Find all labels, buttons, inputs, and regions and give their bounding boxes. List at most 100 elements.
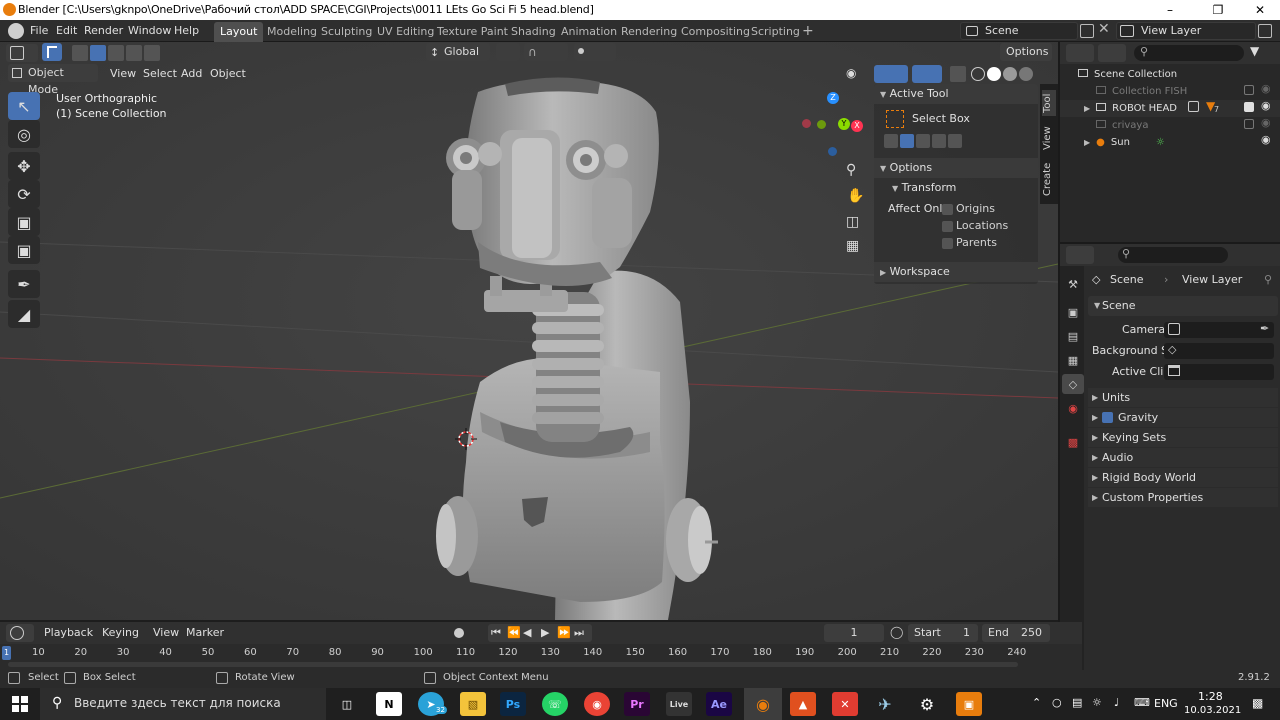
custom-properties-panel-header[interactable]: ▶ Custom Properties xyxy=(1088,488,1278,507)
render-tab-icon[interactable]: ▣ xyxy=(1062,302,1084,322)
menu-render[interactable]: Render xyxy=(82,23,125,39)
exclude-checkbox[interactable] xyxy=(1244,85,1254,95)
rigid-body-world-panel-header[interactable]: ▶ Rigid Body World xyxy=(1088,468,1278,487)
battery-icon[interactable]: ▤ xyxy=(1072,696,1082,709)
transform-subheader[interactable]: ▼ Transform xyxy=(874,178,1038,198)
gizmo-neg-y[interactable] xyxy=(817,120,826,129)
viewport-menu-object[interactable]: Object xyxy=(208,66,248,82)
end-frame-field[interactable]: End 250 xyxy=(982,624,1050,642)
outliner-scene-collection[interactable]: Scene Collection xyxy=(1060,66,1280,83)
visibility-eye-icon[interactable]: ◉ xyxy=(1261,116,1271,129)
mode-new-icon[interactable] xyxy=(884,134,898,148)
gizmo-toggle-icon[interactable] xyxy=(874,65,908,83)
options-dropdown[interactable]: Options xyxy=(1000,43,1052,61)
audio-panel-header[interactable]: ▶ Audio xyxy=(1088,448,1278,467)
tray-overflow-icon[interactable]: ⌃ xyxy=(1032,696,1041,709)
whatsapp-app-icon[interactable]: ☏ xyxy=(542,692,568,716)
tool-measure-icon[interactable]: ◢ xyxy=(8,300,40,328)
chrome-app-icon[interactable]: ◉ xyxy=(584,692,610,716)
tool-settings-tab-icon[interactable]: ⚒ xyxy=(1062,274,1084,294)
visibility-eye-icon[interactable]: ◉ xyxy=(1261,99,1271,112)
background-scene-field[interactable] xyxy=(1164,343,1274,359)
gizmo-y-axis[interactable]: Y xyxy=(838,118,850,130)
visibility-eye-icon[interactable]: ◉ xyxy=(1261,82,1271,95)
next-keyframe-icon[interactable]: ⏩ xyxy=(557,626,571,639)
add-workspace-icon[interactable]: + xyxy=(796,22,820,42)
notifications-icon[interactable]: ▩ xyxy=(1252,696,1263,710)
task-view-icon[interactable]: ◫ xyxy=(334,692,360,716)
app-close-icon[interactable]: ✕ xyxy=(832,692,858,716)
tool-scale-icon[interactable]: ▣ xyxy=(8,208,40,236)
keying-sets-panel-header[interactable]: ▶ Keying Sets xyxy=(1088,428,1278,447)
tool-move-icon[interactable]: ✥ xyxy=(8,152,40,180)
jump-start-icon[interactable]: ⏮ xyxy=(491,626,501,640)
visibility-eye-icon[interactable]: ◉ xyxy=(1261,133,1271,146)
origins-checkbox[interactable]: Origins xyxy=(942,202,995,215)
timeline-scrollbar[interactable] xyxy=(8,662,1018,667)
active-tool-header[interactable]: ▼ Active Tool xyxy=(874,84,1038,104)
current-frame-field[interactable]: 1 xyxy=(824,624,884,642)
app-icon[interactable]: ✈ xyxy=(872,692,898,716)
view-layer-tab-icon[interactable]: ▦ xyxy=(1062,350,1084,370)
select-mode-new-icon[interactable] xyxy=(72,45,88,61)
tab-sculpting[interactable]: Sculpting xyxy=(315,22,378,42)
pin-icon[interactable]: ⚲ xyxy=(1264,270,1272,290)
play-reverse-icon[interactable]: ◀ xyxy=(523,626,531,639)
tab-rendering[interactable]: Rendering xyxy=(615,22,683,42)
jump-end-icon[interactable]: ⏭ xyxy=(574,626,584,640)
menu-edit[interactable]: Edit xyxy=(54,23,79,39)
sidebar-tab-create[interactable]: Create xyxy=(1042,160,1056,198)
select-mode-subtract-icon[interactable] xyxy=(108,45,124,61)
new-view-layer-icon[interactable] xyxy=(1258,24,1272,38)
tab-compositing[interactable]: Compositing xyxy=(675,22,756,42)
premiere-app-icon[interactable]: Pr xyxy=(624,692,650,716)
wireframe-shading-icon[interactable] xyxy=(971,67,985,81)
timeline-menu-marker[interactable]: Marker xyxy=(184,625,226,641)
app-icon[interactable]: ▲ xyxy=(790,692,816,716)
outliner-item-sun[interactable]: ▶ ● Sun ☼ xyxy=(1060,134,1280,151)
camera-field[interactable] xyxy=(1164,322,1274,338)
material-shading-icon[interactable] xyxy=(1003,67,1017,81)
viewport-menu-add[interactable]: Add xyxy=(179,66,204,82)
tab-uv-editing[interactable]: UV Editing xyxy=(371,22,440,42)
origins-checkbox-box[interactable] xyxy=(942,203,953,215)
eyedropper-icon[interactable]: ✒ xyxy=(1260,322,1269,335)
zoom-icon[interactable]: ⚲ xyxy=(846,162,856,178)
tool-rotate-icon[interactable]: ⟳ xyxy=(8,180,40,208)
mode-extend-icon[interactable] xyxy=(900,134,914,148)
overlays-toggle-icon[interactable] xyxy=(912,65,942,83)
record-icon[interactable] xyxy=(454,628,464,638)
settings-gear-icon[interactable]: ⚙ xyxy=(914,692,940,716)
locations-checkbox[interactable]: Locations xyxy=(942,219,1008,232)
options-header[interactable]: ▼ Options xyxy=(874,158,1038,178)
blender-menu-icon[interactable] xyxy=(8,23,24,39)
new-scene-icon[interactable] xyxy=(1080,24,1094,38)
timeline-menu-playback[interactable]: Playback xyxy=(42,625,95,641)
timeline-menu-keying[interactable]: Keying xyxy=(100,625,141,641)
mode-intersect-icon[interactable] xyxy=(948,134,962,148)
sidebar-tab-view[interactable]: View xyxy=(1042,124,1056,152)
outliner-editor-type[interactable] xyxy=(1066,44,1094,62)
tool-cursor-icon[interactable]: ◎ xyxy=(8,120,40,148)
after-effects-app-icon[interactable]: Ae xyxy=(706,692,732,716)
tab-layout[interactable]: Layout xyxy=(214,22,264,42)
navigation-gizmo[interactable]: Z Y X xyxy=(800,90,870,160)
output-tab-icon[interactable]: ▤ xyxy=(1062,326,1084,346)
properties-search-input[interactable] xyxy=(1118,247,1228,263)
properties-editor-type[interactable] xyxy=(1066,246,1094,264)
photoshop-app-icon[interactable]: Ps xyxy=(500,692,526,716)
taskbar-search-box[interactable]: ⚲ Введите здесь текст для поиска xyxy=(40,688,326,720)
gizmo-neg-x[interactable] xyxy=(802,119,811,128)
tray-icon[interactable]: ○ xyxy=(1052,696,1062,709)
blender-taskbar-icon[interactable]: ◉ xyxy=(744,688,782,720)
remove-scene-icon[interactable]: ✕ xyxy=(1098,21,1110,37)
menu-file[interactable]: File xyxy=(28,23,50,39)
notion-app-icon[interactable]: N xyxy=(376,692,402,716)
rendered-shading-icon[interactable] xyxy=(1019,67,1033,81)
exclude-checkbox[interactable] xyxy=(1244,102,1254,112)
solid-shading-icon[interactable] xyxy=(987,67,1001,81)
keyboard-icon[interactable]: ⌨ xyxy=(1134,696,1150,709)
gravity-panel-header[interactable]: ▶ Gravity xyxy=(1088,408,1278,427)
camera-view-icon[interactable]: ◫ xyxy=(846,214,859,230)
playhead[interactable]: 1 xyxy=(2,646,11,660)
